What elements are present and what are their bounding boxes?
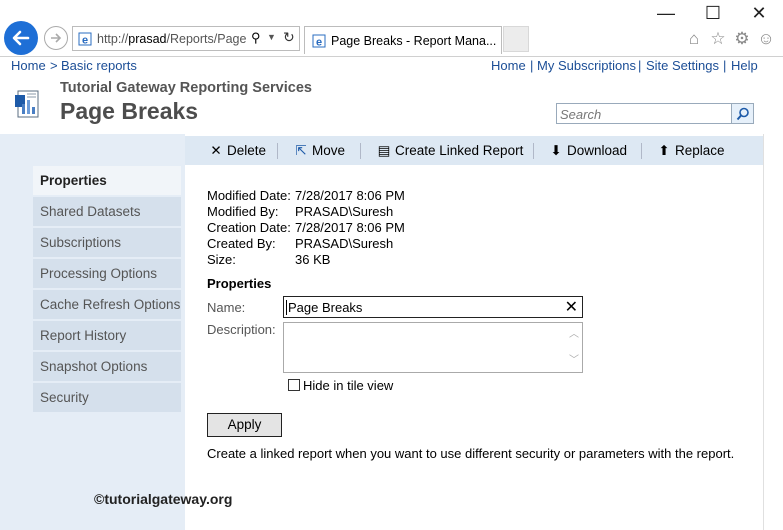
- forward-arrow-icon: [51, 33, 62, 43]
- move-icon: ⇱: [295, 143, 307, 158]
- hide-in-tile-view-label: Hide in tile view: [303, 378, 394, 393]
- help-link[interactable]: Help: [731, 58, 758, 73]
- linked-report-note: Create a linked report when you want to …: [207, 446, 735, 461]
- description-label: Description:: [207, 322, 276, 337]
- nav-security[interactable]: Security: [33, 383, 181, 412]
- new-tab-button[interactable]: [503, 26, 529, 52]
- download-button[interactable]: ⬇ Download: [548, 143, 627, 159]
- top-links-bar: Home > Basic reports Home | My Subscript…: [0, 56, 783, 74]
- nav-subscriptions[interactable]: Subscriptions: [33, 228, 181, 257]
- move-button[interactable]: ⇱ Move: [293, 143, 345, 159]
- svg-text:e: e: [82, 35, 88, 47]
- move-label: Move: [312, 143, 346, 158]
- creation-date-value: 7/28/2017 8:06 PM: [295, 220, 405, 235]
- back-button[interactable]: [4, 21, 38, 55]
- nav-cache-refresh-options[interactable]: Cache Refresh Options: [33, 290, 181, 319]
- creation-date-label: Creation Date:: [207, 220, 291, 235]
- watermark: ©tutorialgateway.org: [94, 491, 233, 507]
- clear-icon[interactable]: ✕: [565, 297, 578, 317]
- back-arrow-icon: [12, 30, 30, 46]
- toolbar-separator: [533, 143, 534, 159]
- home-icon[interactable]: ⌂: [684, 29, 704, 49]
- nav-snapshot-options[interactable]: Snapshot Options: [33, 352, 181, 381]
- created-by-value: PRASAD\Suresh: [295, 236, 394, 251]
- modified-by-value: PRASAD\Suresh: [295, 204, 394, 219]
- replace-arrow-icon: ⬆: [658, 143, 670, 158]
- favorites-star-icon[interactable]: ☆: [708, 29, 728, 49]
- create-linked-report-label: Create Linked Report: [395, 143, 524, 158]
- maximize-button[interactable]: ☐: [699, 4, 727, 22]
- site-title: Tutorial Gateway Reporting Services: [60, 80, 312, 96]
- url-text: http://prasad/Reports/Page:: [97, 32, 247, 46]
- breadcrumb-home[interactable]: Home: [11, 58, 46, 73]
- site-settings-link[interactable]: Site Settings: [646, 58, 719, 73]
- nav-shared-datasets[interactable]: Shared Datasets: [33, 197, 181, 226]
- textarea-scrollbar[interactable]: ︿ ﹀: [568, 325, 580, 370]
- name-value: Page Breaks: [286, 300, 363, 315]
- search-button[interactable]: [731, 103, 754, 124]
- breadcrumb-separator: >: [50, 58, 58, 73]
- tab-title: Page Breaks - Report Mana...: [331, 34, 497, 48]
- minimize-button[interactable]: —: [652, 4, 680, 22]
- properties-heading: Properties: [207, 276, 272, 291]
- scrollbar[interactable]: [763, 134, 783, 530]
- delete-x-icon: ✕: [210, 143, 222, 158]
- feedback-icon[interactable]: ☺: [756, 29, 776, 49]
- nav-properties[interactable]: Properties: [33, 166, 181, 195]
- refresh-icon[interactable]: ↻: [283, 29, 295, 46]
- nav-processing-options[interactable]: Processing Options: [33, 259, 181, 288]
- size-value: 36 KB: [295, 252, 331, 267]
- link-divider: |: [723, 58, 727, 73]
- search-placeholder: Search: [560, 107, 602, 122]
- download-arrow-icon: ⬇: [550, 143, 562, 158]
- ie-tab-icon: e: [312, 34, 326, 49]
- nav-report-history[interactable]: Report History: [33, 321, 181, 350]
- toolbar-separator: [641, 143, 642, 159]
- modified-date-label: Modified Date:: [207, 188, 291, 203]
- dropdown-icon[interactable]: ▼: [267, 32, 276, 42]
- magnifier-icon: [736, 107, 749, 121]
- name-field[interactable]: Page Breaks ✕: [283, 296, 583, 318]
- report-icon: [15, 90, 39, 118]
- browser-tab[interactable]: e Page Breaks - Report Mana...: [304, 26, 502, 54]
- page-title: Page Breaks: [60, 98, 199, 124]
- delete-button[interactable]: ✕ Delete: [208, 143, 266, 159]
- toolbar-separator: [360, 143, 361, 159]
- link-divider: |: [638, 58, 642, 73]
- name-label: Name:: [207, 300, 246, 315]
- create-linked-report-button[interactable]: ▤ Create Linked Report: [376, 143, 524, 159]
- gear-icon[interactable]: ⚙: [732, 29, 752, 49]
- forward-button[interactable]: [44, 26, 68, 50]
- delete-label: Delete: [227, 143, 267, 158]
- link-divider: |: [530, 58, 534, 73]
- close-window-button[interactable]: ✕: [745, 4, 773, 22]
- address-bar[interactable]: e http://prasad/Reports/Page: ⚲ ▼ ↻: [72, 26, 300, 51]
- svg-text:e: e: [316, 37, 322, 49]
- linked-report-icon: ▤: [377, 143, 391, 158]
- modified-date-value: 7/28/2017 8:06 PM: [295, 188, 405, 203]
- download-label: Download: [567, 143, 628, 158]
- hide-in-tile-view-checkbox[interactable]: [288, 379, 300, 391]
- home-link[interactable]: Home: [491, 58, 526, 73]
- search-input[interactable]: Search: [556, 103, 754, 124]
- created-by-label: Created By:: [207, 236, 276, 251]
- apply-button[interactable]: Apply: [207, 413, 282, 437]
- replace-label: Replace: [675, 143, 725, 158]
- breadcrumb-basic-reports[interactable]: Basic reports: [61, 58, 137, 73]
- description-field[interactable]: ︿ ﹀: [283, 322, 583, 373]
- replace-button[interactable]: ⬆ Replace: [656, 143, 725, 159]
- size-label: Size:: [207, 252, 236, 267]
- my-subscriptions-link[interactable]: My Subscriptions: [537, 58, 636, 73]
- toolbar-separator: [277, 143, 278, 159]
- search-icon[interactable]: ⚲: [251, 30, 261, 46]
- modified-by-label: Modified By:: [207, 204, 279, 219]
- ie-page-icon: e: [78, 32, 92, 47]
